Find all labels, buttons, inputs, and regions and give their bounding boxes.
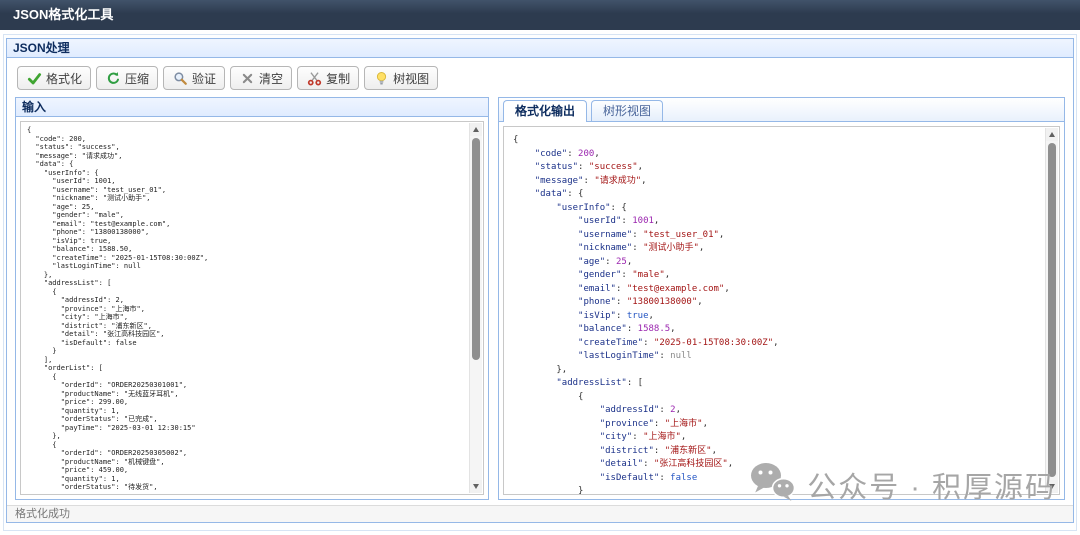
clear-button[interactable]: 清空 [230,66,292,90]
input-panel-header: 输入 [16,98,488,117]
copy-button-label: 复制 [326,70,350,87]
magnifier-icon [172,70,188,86]
tree-view-button[interactable]: 树视图 [364,66,438,90]
json-input[interactable]: { "code": 200, "status": "success", "mes… [20,121,484,495]
scroll-down-arrow-icon[interactable] [470,480,482,493]
input-scrollbar[interactable] [469,123,482,493]
tree-view-button-label: 树视图 [393,70,429,87]
toolbar: 格式化 压缩 验证 清空 [17,66,1065,90]
input-scrollbar-thumb[interactable] [472,138,480,360]
output-scrollbar[interactable] [1045,128,1058,493]
copy-button[interactable]: 复制 [297,66,359,90]
panel-body: 格式化 压缩 验证 清空 [7,58,1073,505]
tab-tree-view-label: 树形视图 [603,104,651,118]
tab-formatted-output-label: 格式化输出 [515,104,575,118]
compress-icon [105,70,121,86]
app-title-bar: JSON格式化工具 [0,0,1080,30]
output-tabs: 格式化输出 树形视图 [499,98,1064,122]
clear-icon [239,70,255,86]
panel-header: JSON处理 [7,39,1073,58]
compress-button[interactable]: 压缩 [96,66,158,90]
output-panel-body: { "code": 200, "status": "success", "mes… [499,122,1064,499]
output-code: { "code": 200, "status": "success", "mes… [504,127,1044,494]
lightbulb-icon [373,70,389,86]
app-title: JSON格式化工具 [13,7,113,22]
workspace: 输入 { "code": 200, "status": "success", "… [15,97,1065,500]
input-code[interactable]: { "code": 200, "status": "success", "mes… [21,122,468,494]
tab-tree-view[interactable]: 树形视图 [591,100,663,121]
input-panel-title: 输入 [22,100,46,114]
format-button[interactable]: 格式化 [17,66,91,90]
json-tool-panel: JSON处理 格式化 压缩 验证 [6,38,1074,523]
scroll-down-arrow-icon[interactable] [1046,480,1058,493]
check-icon [26,70,42,86]
scroll-up-arrow-icon[interactable] [470,123,482,136]
json-output: { "code": 200, "status": "success", "mes… [503,126,1060,495]
validate-button-label: 验证 [192,70,216,87]
format-button-label: 格式化 [46,70,82,87]
compress-button-label: 压缩 [125,70,149,87]
output-panel: 格式化输出 树形视图 { "code": 200, "status": "suc… [498,97,1065,500]
output-scrollbar-thumb[interactable] [1048,143,1056,477]
panel-title: JSON处理 [13,41,70,55]
status-message: 格式化成功 [15,508,70,520]
scroll-up-arrow-icon[interactable] [1046,128,1058,141]
input-panel: 输入 { "code": 200, "status": "success", "… [15,97,489,500]
input-panel-body: { "code": 200, "status": "success", "mes… [16,117,488,499]
tab-formatted-output[interactable]: 格式化输出 [503,100,587,122]
clear-button-label: 清空 [259,70,283,87]
validate-button[interactable]: 验证 [163,66,225,90]
copy-icon [306,70,322,86]
status-bar: 格式化成功 [7,505,1073,522]
